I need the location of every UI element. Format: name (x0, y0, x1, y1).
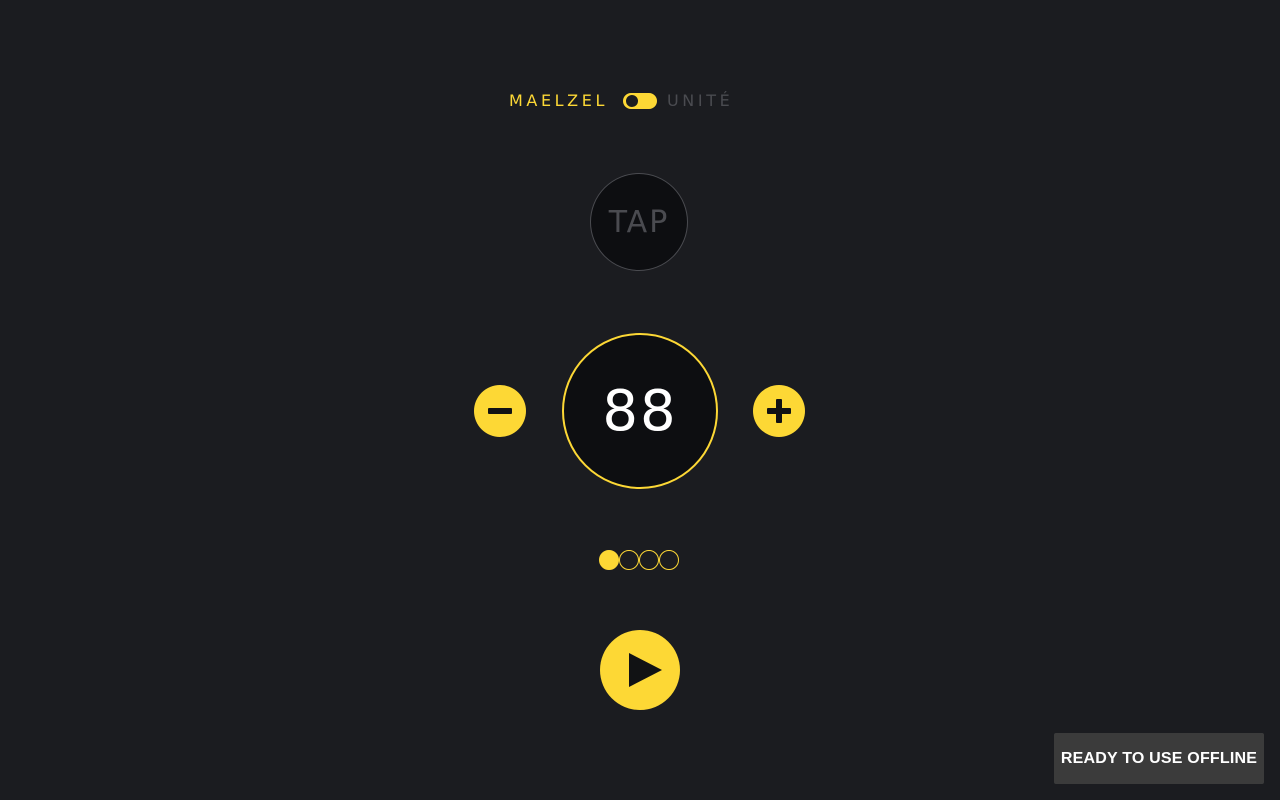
metronome-app: MAELZEL UNITÉ TAP 88 READY TO USE OFFLIN… (0, 0, 1280, 800)
beat-dot[interactable] (639, 550, 659, 570)
play-icon (629, 653, 662, 687)
mode-toggle[interactable] (623, 93, 657, 109)
offline-ready-toast: READY TO USE OFFLINE (1054, 733, 1264, 784)
beat-indicators (599, 550, 679, 570)
tap-tempo-button[interactable]: TAP (590, 173, 688, 271)
mode-switch-row: MAELZEL UNITÉ (0, 90, 1280, 112)
beat-dot[interactable] (659, 550, 679, 570)
increase-tempo-button[interactable] (753, 385, 805, 437)
toggle-knob (626, 95, 638, 107)
beat-dot[interactable] (619, 550, 639, 570)
mode-label-unite[interactable]: UNITÉ (667, 90, 733, 112)
beat-dot[interactable] (599, 550, 619, 570)
play-button[interactable] (600, 630, 680, 710)
mode-label-maelzel[interactable]: MAELZEL (509, 90, 608, 112)
tempo-display[interactable]: 88 (562, 333, 718, 489)
decrease-tempo-button[interactable] (474, 385, 526, 437)
